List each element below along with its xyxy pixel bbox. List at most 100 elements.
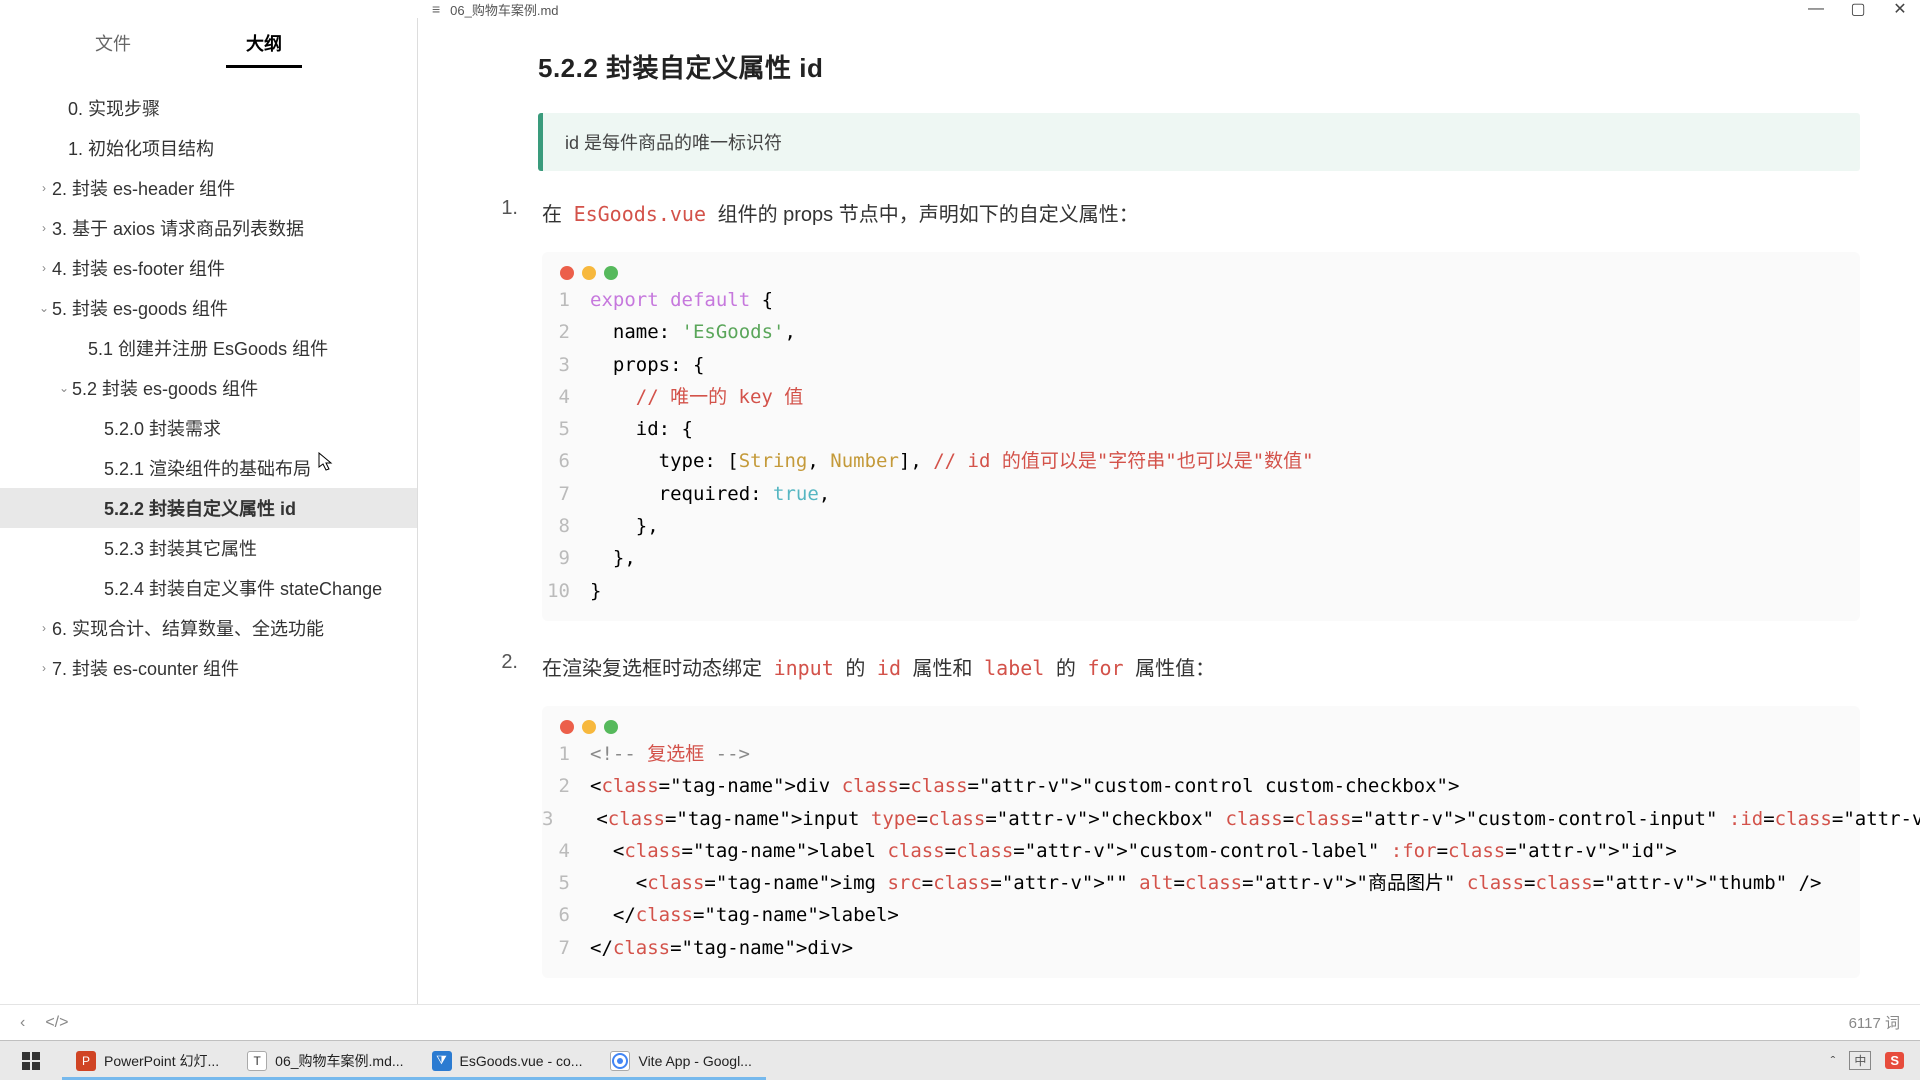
taskbar-label: Vite App - Googl... (638, 1053, 751, 1069)
outline-item[interactable]: ›7. 封装 es-counter 组件 (0, 648, 417, 688)
code-line: 2 name: 'EsGoods', (542, 316, 1860, 348)
outline-label: 5.2.4 封装自定义事件 stateChange (104, 575, 382, 601)
app-icon: T (247, 1051, 267, 1071)
outline-label: 5.2.0 封装需求 (104, 415, 221, 441)
outline-label: 6. 实现合计、结算数量、全选功能 (52, 615, 324, 641)
word-count[interactable]: 6117 词 (1849, 1012, 1900, 1033)
outline-label: 7. 封装 es-counter 组件 (52, 655, 239, 681)
outline-item[interactable]: ›6. 实现合计、结算数量、全选功能 (0, 608, 417, 648)
close-button[interactable]: ✕ (1892, 1, 1908, 17)
inline-code: EsGoods.vue (568, 202, 712, 226)
app-icon: P (76, 1051, 96, 1071)
editor-content[interactable]: 5.2.2 封装自定义属性 id id 是每件商品的唯一标识符 1. 在 EsG… (418, 18, 1920, 1004)
status-bar: ‹ </> 6117 词 (0, 1004, 1920, 1040)
outline-label: 5.1 创建并注册 EsGoods 组件 (88, 335, 328, 361)
step-body: 在 EsGoods.vue 组件的 props 节点中，声明如下的自定义属性： (542, 197, 1860, 232)
taskbar-item[interactable]: ⧩ EsGoods.vue - co... (418, 1041, 597, 1080)
chevron-icon[interactable]: › (36, 221, 52, 235)
maximize-button[interactable]: ▢ (1850, 1, 1866, 17)
filename: 06_购物车案例.md (450, 0, 558, 19)
code-line: 5 <class="tag-name">img src=class="attr-… (542, 867, 1860, 899)
inline-code: id (871, 656, 907, 680)
chevron-icon[interactable]: ⌄ (36, 301, 52, 315)
outline-label: 5.2.2 封装自定义属性 id (104, 495, 296, 521)
inline-code: for (1081, 656, 1129, 680)
code-block: 1<!-- 复选框 -->2<class="tag-name">div clas… (542, 706, 1860, 978)
sidebar: 文件 大纲 0. 实现步骤1. 初始化项目结构›2. 封装 es-header … (0, 18, 418, 1004)
traffic-light-green-icon (604, 266, 618, 280)
outline-item[interactable]: 5.2.0 封装需求 (0, 408, 417, 448)
app-icon: ⧩ (432, 1051, 452, 1071)
code-mode-icon[interactable]: </> (45, 1014, 68, 1032)
code-line: 9 }, (542, 542, 1860, 574)
tab-outline[interactable]: 大纲 (206, 18, 322, 68)
minimize-button[interactable]: — (1808, 1, 1824, 17)
outline-tree: 0. 实现步骤1. 初始化项目结构›2. 封装 es-header 组件›3. … (0, 68, 417, 1004)
chevron-icon[interactable]: › (36, 661, 52, 675)
outline-label: 5.2.3 封装其它属性 (104, 535, 257, 561)
code-block: 1export default {2 name: 'EsGoods',3 pro… (542, 252, 1860, 621)
outline-label: 5.2.1 渲染组件的基础布局 (104, 455, 311, 481)
code-line: 5 id: { (542, 413, 1860, 445)
outline-label: 2. 封装 es-header 组件 (52, 175, 235, 201)
outline-item[interactable]: ›4. 封装 es-footer 组件 (0, 248, 417, 288)
code-line: 10} (542, 575, 1860, 607)
outline-item[interactable]: 1. 初始化项目结构 (0, 128, 417, 168)
chevron-icon[interactable]: › (36, 261, 52, 275)
traffic-light-green-icon (604, 720, 618, 734)
ime-indicator[interactable]: 中 (1849, 1051, 1871, 1070)
inline-code: label (978, 656, 1050, 680)
taskbar-item[interactable]: P PowerPoint 幻灯... (62, 1041, 233, 1080)
start-button[interactable] (0, 1041, 62, 1080)
outline-item[interactable]: ›3. 基于 axios 请求商品列表数据 (0, 208, 417, 248)
outline-item[interactable]: 5.2.3 封装其它属性 (0, 528, 417, 568)
outline-item[interactable]: 5.1 创建并注册 EsGoods 组件 (0, 328, 417, 368)
step-number: 2. (478, 651, 518, 686)
code-line: 7</class="tag-name">div> (542, 932, 1860, 964)
taskbar-label: EsGoods.vue - co... (460, 1053, 583, 1069)
chevron-icon[interactable]: ⌄ (56, 381, 72, 395)
taskbar-label: PowerPoint 幻灯... (104, 1051, 219, 1071)
code-line: 2<class="tag-name">div class=class="attr… (542, 770, 1860, 802)
taskbar-label: 06_购物车案例.md... (275, 1051, 403, 1071)
tray-chevron-icon[interactable]: ˆ (1831, 1053, 1836, 1069)
hamburger-icon[interactable]: ≡ (432, 1, 440, 17)
section-heading: 5.2.2 封装自定义属性 id (538, 48, 1860, 85)
code-line: 1export default { (542, 284, 1860, 316)
outline-item[interactable]: ›2. 封装 es-header 组件 (0, 168, 417, 208)
code-line: 7 required: true, (542, 478, 1860, 510)
step-body: 在渲染复选框时动态绑定 input 的 id 属性和 label 的 for 属… (542, 651, 1860, 686)
code-line: 4 <class="tag-name">label class=class="a… (542, 835, 1860, 867)
outline-item[interactable]: 5.2.2 封装自定义属性 id (0, 488, 417, 528)
code-line: 3 props: { (542, 349, 1860, 381)
outline-label: 0. 实现步骤 (68, 95, 160, 121)
outline-item[interactable]: 5.2.4 封装自定义事件 stateChange (0, 568, 417, 608)
outline-label: 1. 初始化项目结构 (68, 135, 214, 161)
outline-label: 5. 封装 es-goods 组件 (52, 295, 228, 321)
outline-item[interactable]: 0. 实现步骤 (0, 88, 417, 128)
traffic-light-yellow-icon (582, 720, 596, 734)
taskbar-item[interactable]: Vite App - Googl... (596, 1041, 765, 1080)
titlebar: ≡ 06_购物车案例.md — ▢ ✕ (0, 0, 1920, 18)
taskbar-item[interactable]: T 06_购物车案例.md... (233, 1041, 417, 1080)
tab-file[interactable]: 文件 (55, 18, 171, 68)
ime-sogou-icon[interactable]: S (1885, 1052, 1904, 1069)
code-line: 3 <class="tag-name">input type=class="at… (542, 803, 1860, 835)
traffic-light-red-icon (560, 720, 574, 734)
outline-item[interactable]: ⌄5. 封装 es-goods 组件 (0, 288, 417, 328)
traffic-light-yellow-icon (582, 266, 596, 280)
app-icon (610, 1051, 630, 1071)
outline-item[interactable]: ⌄5.2 封装 es-goods 组件 (0, 368, 417, 408)
taskbar: P PowerPoint 幻灯... T 06_购物车案例.md... ⧩ EsGoods… (0, 1040, 1920, 1080)
chevron-icon[interactable]: › (36, 621, 52, 635)
chevron-icon[interactable]: › (36, 181, 52, 195)
outline-label: 3. 基于 axios 请求商品列表数据 (52, 215, 304, 241)
code-line: 1<!-- 复选框 --> (542, 738, 1860, 770)
code-line: 8 }, (542, 510, 1860, 542)
code-line: 4 // 唯一的 key 值 (542, 381, 1860, 413)
code-line: 6 </class="tag-name">label> (542, 899, 1860, 931)
outline-item[interactable]: 5.2.1 渲染组件的基础布局 (0, 448, 417, 488)
callout-block: id 是每件商品的唯一标识符 (538, 113, 1860, 171)
outline-label: 5.2 封装 es-goods 组件 (72, 375, 258, 401)
chevron-left-icon[interactable]: ‹ (20, 1014, 25, 1032)
